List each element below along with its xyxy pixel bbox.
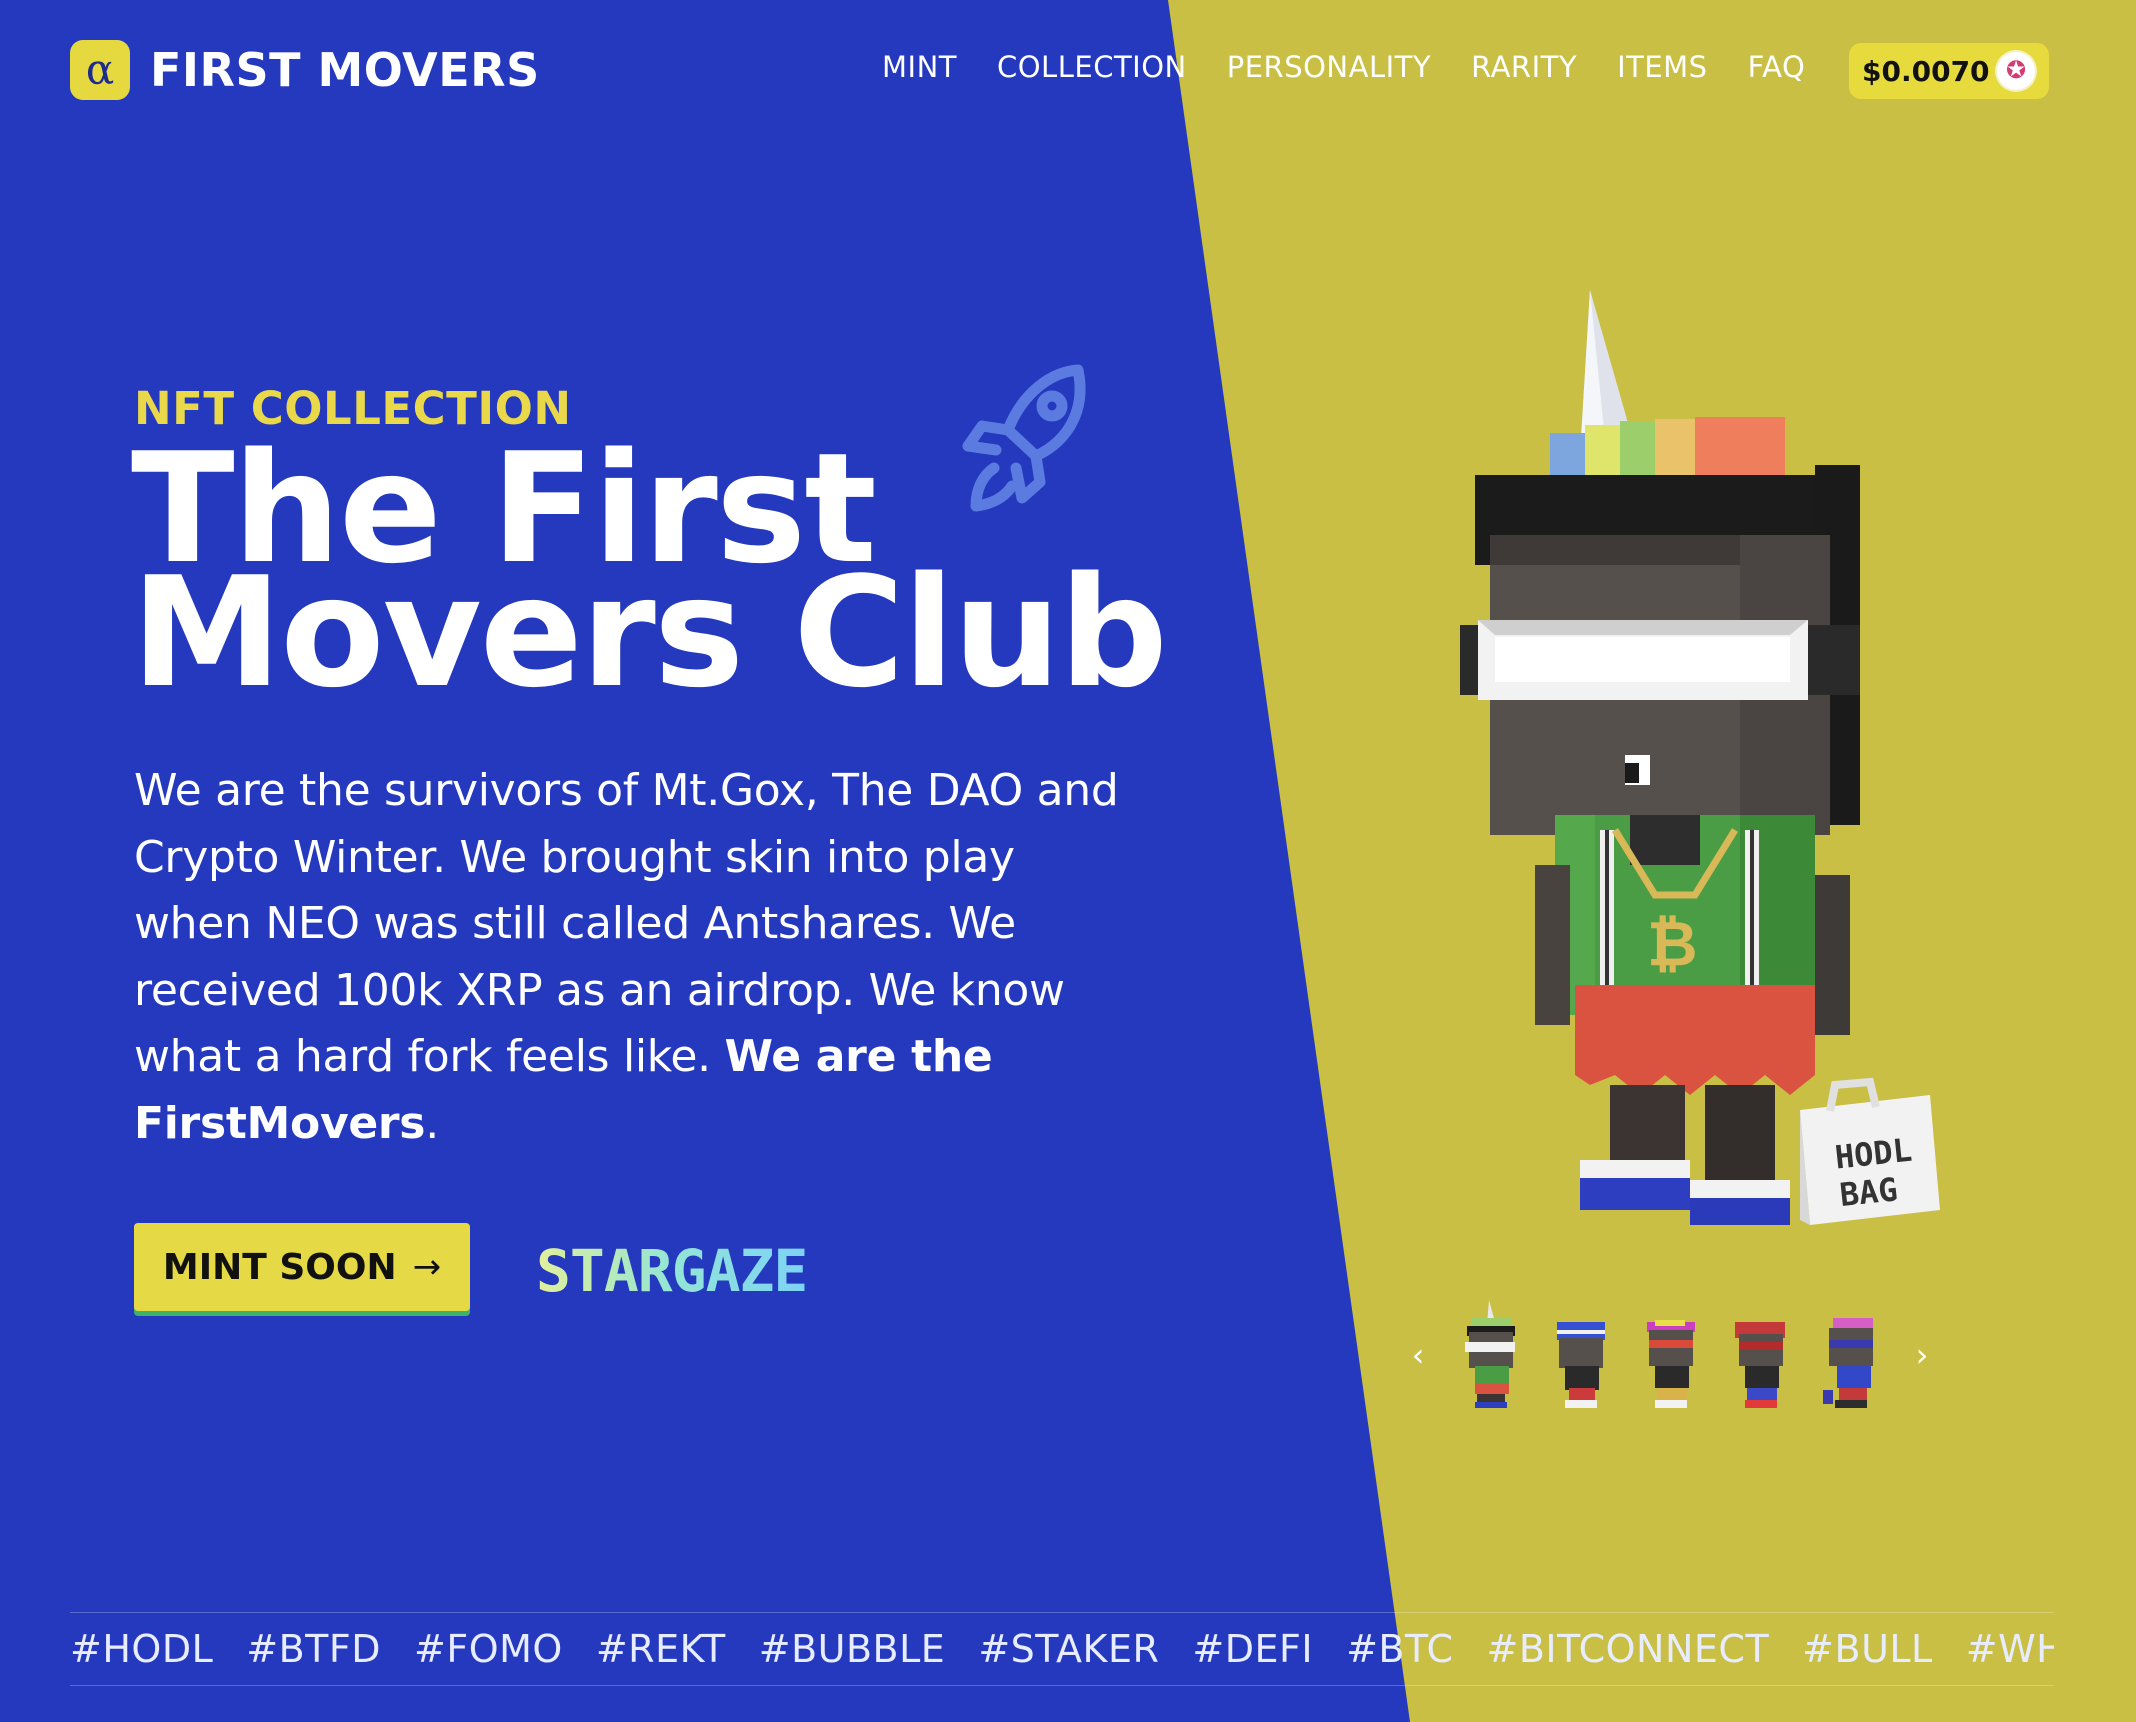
brand-name: FIRST MOVERS [150,43,540,97]
hashtag: #BTC [1346,1627,1454,1671]
nav-mint[interactable]: MINT [882,50,957,84]
nav-faq[interactable]: FAQ [1748,50,1806,84]
nav-items[interactable]: ITEMS [1617,50,1708,84]
main-nav: MINT COLLECTION PERSONALITY RARITY ITEMS… [882,50,1805,84]
hashtag: #REKT [595,1627,726,1671]
arrow-right-icon: → [412,1247,442,1287]
nav-rarity[interactable]: RARITY [1471,50,1577,84]
stargaze-coin-icon: ✪ [1997,52,2035,90]
hashtag-marquee: #HODL #BTFD #FOMO #REKT #BUBBLE #STAKER … [70,1612,2054,1686]
carousel-thumb-5[interactable] [1819,1300,1881,1410]
hashtag-list: #HODL #BTFD #FOMO #REKT #BUBBLE #STAKER … [70,1627,2054,1671]
carousel-thumb-3[interactable] [1639,1300,1701,1410]
mint-soon-label: MINT SOON [162,1246,397,1288]
hashtag: #WHALE [1965,1627,2054,1671]
mint-soon-button[interactable]: MINT SOON → [134,1223,470,1311]
hashtag: #BITCONNECT [1486,1627,1770,1671]
hashtag: #BTFD [246,1627,382,1671]
brand-logo[interactable]: α FIRST MOVERS [70,40,540,100]
token-price-value: $0.0070 [1862,54,1990,88]
hashtag: #BUBBLE [758,1627,946,1671]
nav-collection[interactable]: COLLECTION [997,50,1187,84]
bag-text-line1: HODL [1833,1131,1914,1177]
hashtag: #BULL [1802,1627,1933,1671]
hashtag: #STAKER [978,1627,1160,1671]
bag-text-line2: BAG [1838,1170,1899,1214]
nft-character-image: ₿ HODL BAG [1460,290,1940,1225]
nav-personality[interactable]: PERSONALITY [1227,50,1431,84]
carousel-thumb-1[interactable] [1459,1300,1521,1410]
hero-description-end: . [425,1097,439,1149]
carousel-thumb-4[interactable] [1729,1300,1791,1410]
stargaze-logo[interactable]: STARGAZE [536,1237,808,1305]
svg-text:₿: ₿ [1647,907,1698,980]
token-price-badge[interactable]: $0.0070 ✪ [1849,43,2049,99]
hashtag: #DEFI [1192,1627,1314,1671]
hashtag: #HODL [70,1627,214,1671]
rocket-icon [962,364,1086,512]
hero-title-line2: Movers Club [131,544,1168,721]
hero-description: We are the survivors of Mt.Gox, The DAO … [134,758,1144,1157]
carousel-prev-arrow[interactable]: ‹ [1405,1336,1431,1374]
carousel-thumb-2[interactable] [1549,1300,1611,1410]
alpha-logo-icon: α [70,40,130,100]
character-carousel: ‹ › [1405,1300,1935,1410]
hashtag: #FOMO [414,1627,563,1671]
carousel-next-arrow[interactable]: › [1909,1336,1935,1374]
